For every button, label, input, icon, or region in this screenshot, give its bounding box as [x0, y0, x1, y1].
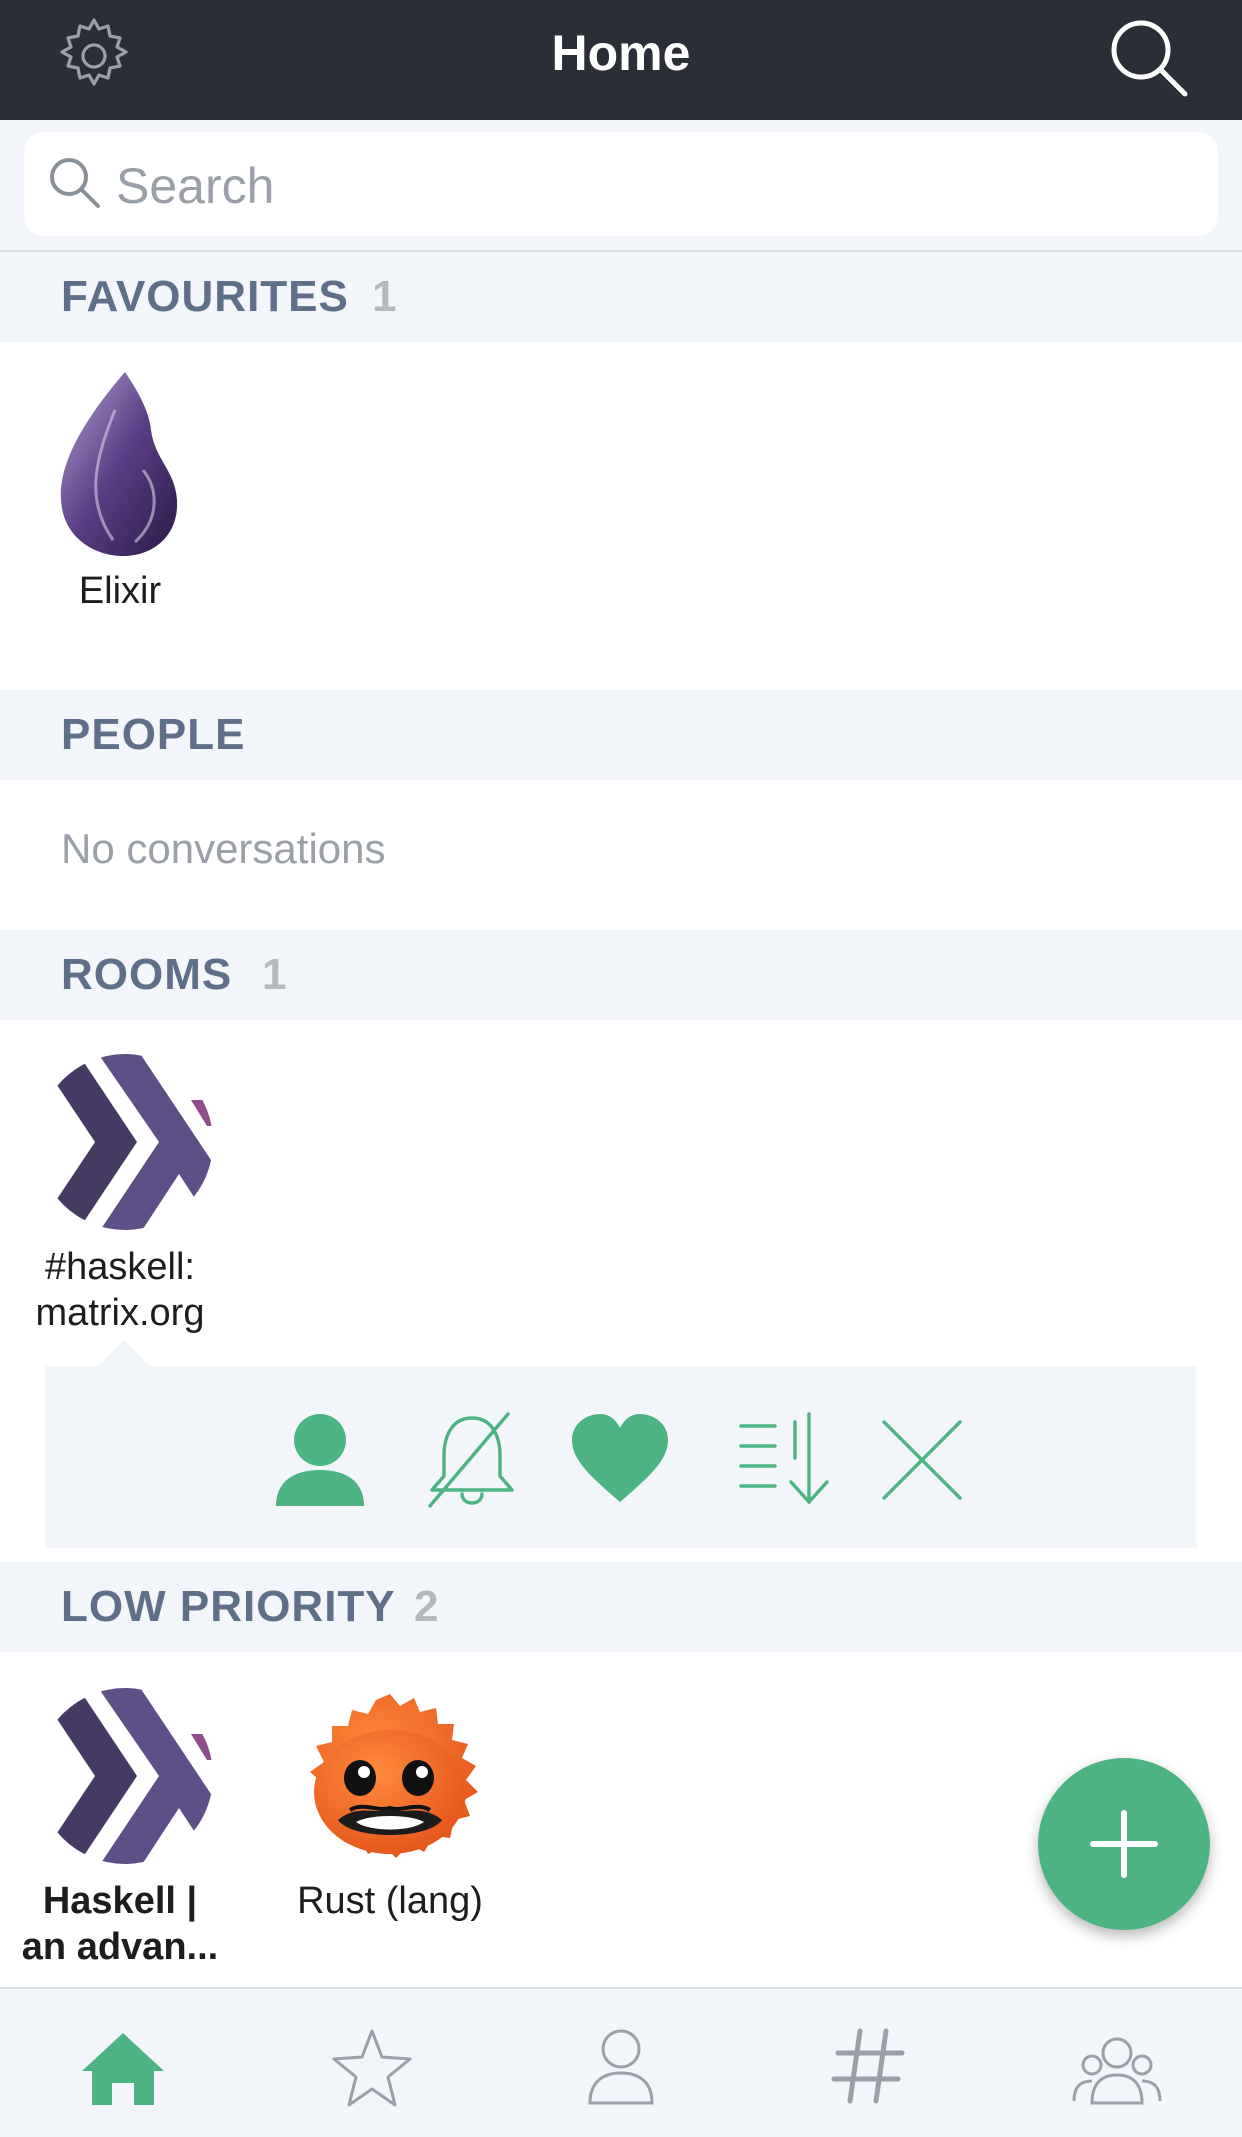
- elixir-avatar: [60, 372, 178, 556]
- room-tile-haskell-advanced[interactable]: Haskell | an advan...: [0, 1684, 240, 1974]
- section-label: FAVOURITES: [61, 272, 349, 321]
- search-icon: [50, 158, 100, 208]
- section-count: 2: [414, 1582, 439, 1631]
- star-icon[interactable]: [327, 2021, 417, 2111]
- menu-pointer: [98, 1340, 150, 1366]
- empty-state-text: No conversations: [61, 825, 386, 872]
- person-icon[interactable]: [270, 1410, 370, 1510]
- section-header-people[interactable]: PEOPLE: [0, 690, 1242, 780]
- section-label: LOW PRIORITY: [61, 1582, 396, 1631]
- section-label: ROOMS: [61, 950, 233, 999]
- group-icon[interactable]: [1072, 2021, 1162, 2111]
- section-count: 1: [262, 950, 287, 999]
- section-label: PEOPLE: [61, 710, 246, 759]
- section-header-low-priority[interactable]: LOW PRIORITY 2: [0, 1562, 1242, 1652]
- home-icon[interactable]: [78, 2021, 168, 2111]
- heart-icon[interactable]: [570, 1410, 670, 1510]
- room-tile-rust[interactable]: Rust (lang): [270, 1684, 510, 1944]
- plus-icon: [1090, 1810, 1158, 1878]
- section-header-rooms[interactable]: ROOMS 1: [0, 930, 1242, 1020]
- room-name-line1: Haskell |: [42, 1880, 198, 1922]
- search-icon[interactable]: [1105, 14, 1195, 104]
- room-name-line2: an advan...: [21, 1926, 219, 1968]
- bottom-tab-bar: [0, 1987, 1242, 2137]
- hash-icon[interactable]: [824, 2021, 914, 2111]
- section-count: 1: [372, 272, 397, 321]
- room-name: Elixir: [78, 570, 162, 612]
- top-bar: Home: [0, 0, 1242, 120]
- room-name: Rust (lang): [297, 1880, 483, 1922]
- haskell-avatar: [37, 1688, 213, 1864]
- room-name-line2: matrix.org: [35, 1292, 205, 1334]
- rust-avatar: [310, 1694, 478, 1858]
- sort-icon[interactable]: [735, 1410, 835, 1510]
- search-box[interactable]: [24, 132, 1218, 236]
- bell-off-icon[interactable]: [422, 1410, 522, 1510]
- search-area: [0, 120, 1242, 252]
- add-room-button[interactable]: [1038, 1758, 1210, 1930]
- gear-icon[interactable]: [52, 14, 136, 98]
- page-title: Home: [551, 25, 691, 81]
- close-icon[interactable]: [872, 1410, 972, 1510]
- room-tile-elixir[interactable]: Elixir: [20, 360, 220, 620]
- search-input[interactable]: [114, 150, 1198, 222]
- section-header-favourites[interactable]: FAVOURITES 1: [0, 252, 1242, 342]
- room-name-line1: #haskell:: [45, 1246, 195, 1288]
- person-icon[interactable]: [576, 2021, 666, 2111]
- room-tile-haskell[interactable]: #haskell: matrix.org: [10, 1050, 230, 1340]
- haskell-avatar: [37, 1054, 213, 1230]
